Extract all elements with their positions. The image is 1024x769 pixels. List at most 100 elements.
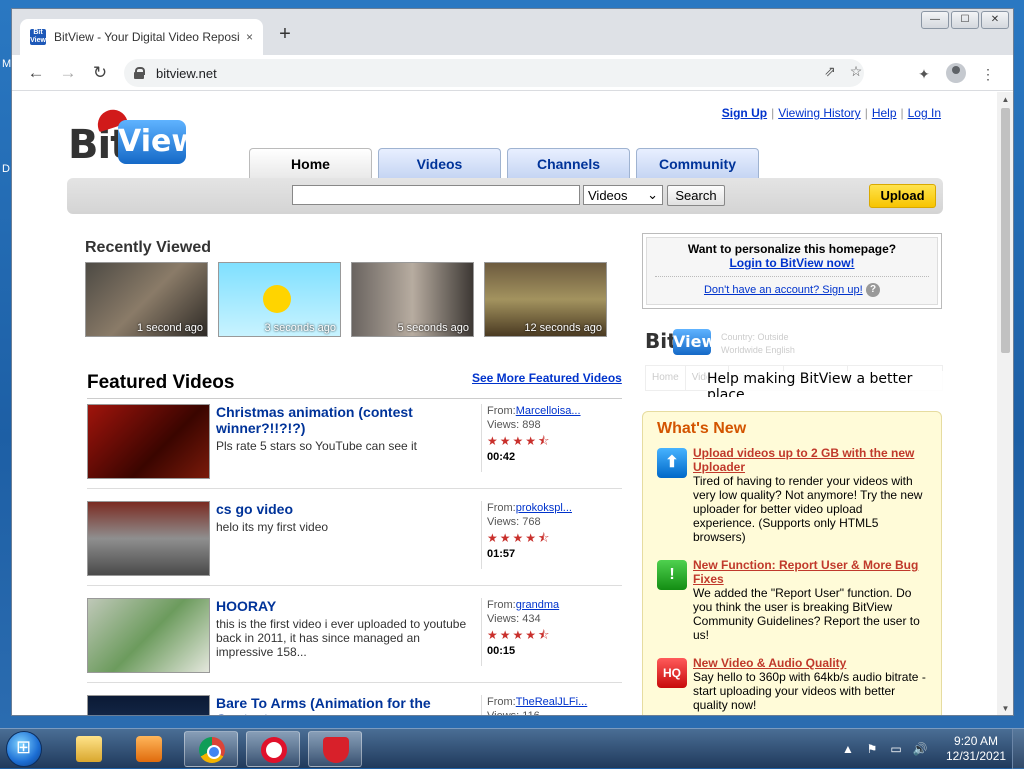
uploader-link[interactable]: prokokspl... [516, 502, 572, 514]
reload-icon[interactable]: ↻ [88, 61, 112, 85]
help-circle-icon[interactable]: ? [866, 282, 880, 297]
news-body: Tired of having to render your videos wi… [693, 474, 923, 544]
search-type-value: Videos [588, 187, 628, 203]
from-label: From: [487, 599, 516, 611]
video-title[interactable]: HOORAY [216, 598, 471, 614]
taskbar-clock[interactable]: 9:20 AM 12/31/2021 [946, 734, 1006, 764]
divider [87, 682, 622, 683]
system-tray: ▲ ⚑ ▭ 🔊 9:20 AM 12/31/2021 [840, 729, 1006, 769]
login-link[interactable]: Log In [908, 106, 941, 120]
taskbar-security-app[interactable] [308, 731, 362, 767]
media-player-icon [136, 736, 162, 762]
video-title[interactable]: cs go video [216, 501, 471, 517]
forward-arrow-icon[interactable]: → [56, 61, 80, 85]
taskbar: ▲ ⚑ ▭ 🔊 9:20 AM 12/31/2021 [0, 728, 1024, 769]
upload-button[interactable]: Upload [869, 184, 936, 208]
recently-viewed-thumbnail[interactable]: 12 seconds ago [484, 262, 607, 337]
bitview-logo[interactable]: Bit View [68, 105, 199, 168]
news-item: ! New Function: Report User & More Bug F… [657, 558, 927, 642]
recently-viewed-time: 5 seconds ago [397, 322, 469, 334]
search-type-select[interactable]: Videos ⌄ [583, 185, 663, 205]
video-thumbnail[interactable] [87, 695, 210, 715]
lock-icon [134, 67, 145, 79]
address-bar[interactable]: bitview.net ⇗ ☆ [124, 59, 864, 87]
window-controls: — ☐ ✕ [921, 11, 1009, 29]
video-info: Bare To Arms (Animation for the Contest [216, 695, 471, 715]
divider [87, 585, 622, 586]
menu-kebab-icon[interactable]: ⋮ [978, 64, 998, 84]
video-thumbnail[interactable] [87, 598, 210, 673]
video-duration: 00:42 [487, 451, 516, 463]
news-heading-link[interactable]: Upload videos up to 2 GB with the new Up… [693, 446, 927, 474]
views-label: Views: [487, 710, 520, 716]
tab-strip: Bit View BitView - Your Digital Video Re… [12, 9, 1013, 55]
share-icon[interactable]: ⇗ [820, 63, 840, 80]
video-title[interactable]: Bare To Arms (Animation for the Contest [216, 695, 471, 715]
taskbar-explorer[interactable] [62, 731, 116, 767]
bookmark-star-icon[interactable]: ☆ [846, 63, 866, 80]
recently-viewed-thumbnail[interactable]: 5 seconds ago [351, 262, 474, 337]
uploader-link[interactable]: grandma [516, 599, 559, 611]
video-thumbnail[interactable] [87, 404, 210, 479]
video-info: cs go video helo its my first video [216, 501, 471, 534]
network-icon[interactable]: ▭ [888, 741, 904, 757]
signup-prompt-link[interactable]: Don't have an account? Sign up! [704, 284, 863, 296]
taskbar-media-player[interactable] [122, 731, 176, 767]
help-link[interactable]: Help [872, 106, 897, 120]
volume-icon[interactable]: 🔊 [912, 741, 928, 757]
taskbar-chrome[interactable] [184, 731, 238, 767]
tab-channels[interactable]: Channels [507, 148, 630, 178]
viewing-history-link[interactable]: Viewing History [778, 106, 860, 120]
search-button[interactable]: Search [667, 185, 725, 206]
signup-link[interactable]: Sign Up [722, 106, 767, 120]
whats-new-heading: What's New [657, 420, 747, 437]
new-tab-button[interactable]: + [274, 23, 296, 45]
video-title[interactable]: Christmas animation (contest winner?!!?!… [216, 404, 471, 436]
login-now-link[interactable]: Login to BitView now! [729, 256, 854, 270]
action-center-flag-icon[interactable]: ⚑ [864, 741, 880, 757]
extensions-puzzle-icon[interactable]: ✦ [914, 64, 934, 84]
promo-logo-bit: Bit [645, 329, 677, 353]
tab-videos[interactable]: Videos [378, 148, 501, 178]
promo-faint-line: Country: Outside [721, 332, 789, 342]
browser-toolbar: ← → ↻ bitview.net ⇗ ☆ ✦ ⋮ [12, 55, 1013, 91]
minimize-button[interactable]: — [921, 11, 949, 29]
uploader-link[interactable]: Marcelloisa... [516, 405, 581, 417]
scroll-up-arrow-icon[interactable]: ▲ [997, 92, 1013, 108]
video-duration: 01:57 [487, 548, 516, 560]
recently-viewed-thumbnail[interactable]: 1 second ago [85, 262, 208, 337]
maximize-button[interactable]: ☐ [951, 11, 979, 29]
video-thumbnail[interactable] [87, 501, 210, 576]
featured-videos-heading: Featured Videos [87, 372, 235, 393]
browser-tab[interactable]: Bit View BitView - Your Digital Video Re… [20, 19, 263, 55]
taskbar-opera[interactable] [246, 731, 300, 767]
sun-icon [263, 285, 291, 313]
news-item: ⬆ Upload videos up to 2 GB with the new … [657, 446, 927, 544]
tray-expand-icon[interactable]: ▲ [840, 741, 856, 757]
page-scrollbar[interactable]: ▲ ▼ [997, 92, 1013, 715]
start-button[interactable] [6, 731, 42, 767]
back-arrow-icon[interactable]: ← [24, 61, 48, 85]
video-info: HOORAY this is the first video i ever up… [216, 598, 471, 659]
close-window-button[interactable]: ✕ [981, 11, 1009, 29]
tab-home[interactable]: Home [249, 148, 372, 178]
url-text: bitview.net [156, 65, 217, 81]
show-desktop-button[interactable] [1012, 729, 1024, 769]
see-more-featured-link[interactable]: See More Featured Videos [472, 371, 622, 385]
divider [87, 398, 622, 399]
profile-avatar-icon[interactable] [946, 63, 966, 83]
promo-banner[interactable]: Bit View Country: Outside Worldwide Engl… [645, 327, 943, 397]
tab-community[interactable]: Community [636, 148, 759, 178]
scroll-thumb[interactable] [1001, 108, 1010, 353]
opera-icon [261, 737, 287, 763]
star-rating-icon: ★★★★⯪ [487, 434, 552, 448]
recently-viewed-thumbnail[interactable]: 3 seconds ago [218, 262, 341, 337]
views-label: Views: [487, 419, 520, 431]
uploader-link[interactable]: TheRealJLFi... [516, 696, 588, 708]
news-heading-link[interactable]: New Video & Audio Quality [693, 656, 927, 670]
views-label: Views: [487, 613, 520, 625]
search-input[interactable] [292, 185, 580, 205]
news-heading-link[interactable]: New Function: Report User & More Bug Fix… [693, 558, 927, 586]
divider [655, 276, 929, 277]
scroll-down-arrow-icon[interactable]: ▼ [997, 701, 1013, 715]
